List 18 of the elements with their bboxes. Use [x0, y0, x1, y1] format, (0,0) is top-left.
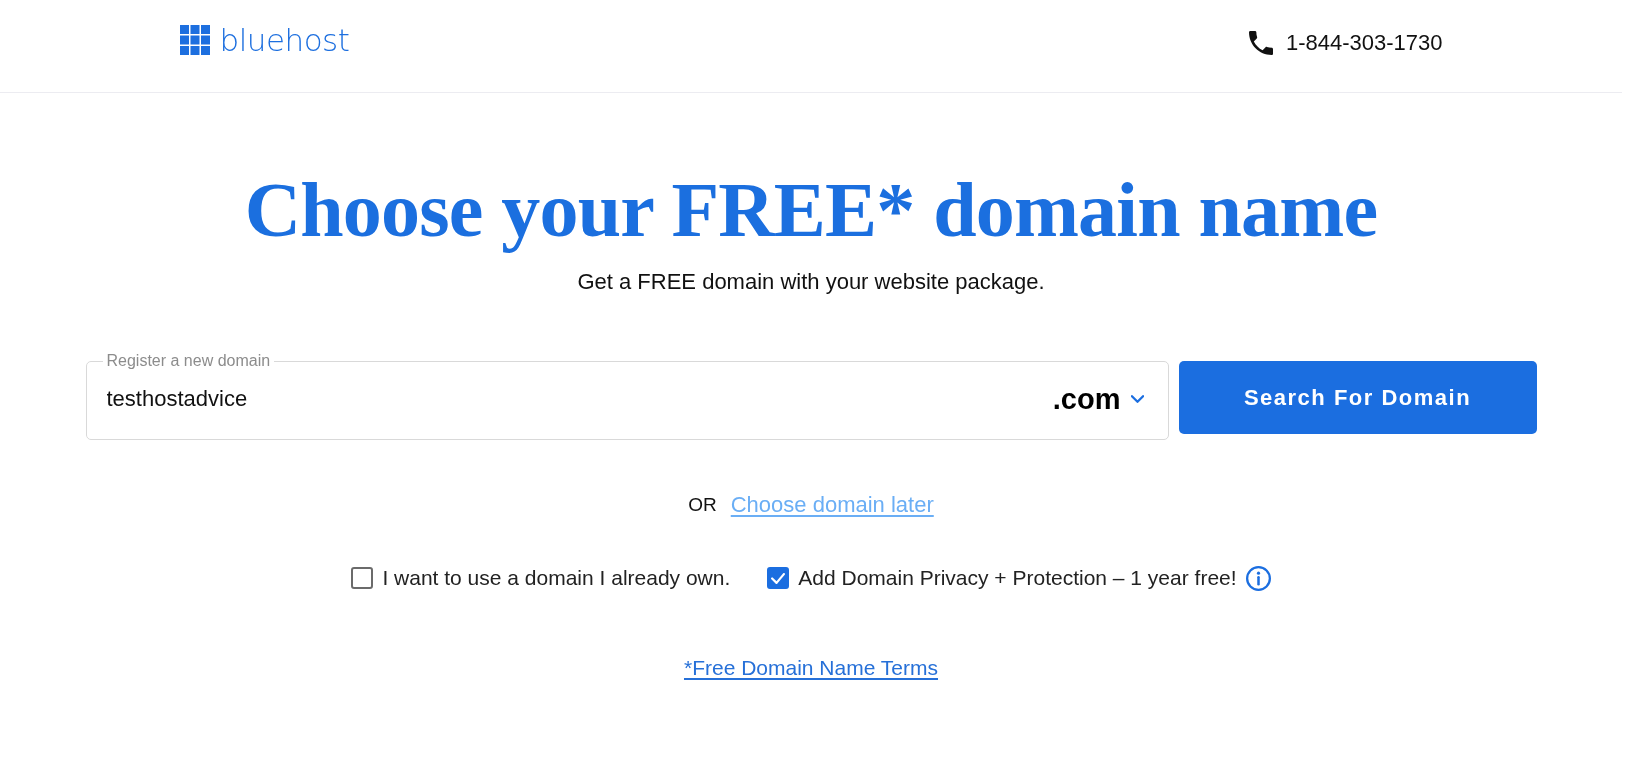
terms-link[interactable]: *Free Domain Name Terms — [684, 656, 938, 680]
page-subtitle: Get a FREE domain with your website package. — [577, 268, 1045, 296]
search-button[interactable]: Search For Domain — [1178, 361, 1537, 434]
tld-dropdown[interactable]: .com — [1052, 382, 1152, 416]
checkbox[interactable] — [351, 567, 374, 589]
chevron-down-icon — [1130, 395, 1144, 403]
or-text: OR — [688, 493, 717, 517]
domain-input-field[interactable]: Register a new domain testhostadvice .com — [85, 351, 1169, 440]
checkbox-label: I want to use a domain I already own. — [382, 565, 731, 591]
phone-icon — [1248, 31, 1273, 55]
phone-link[interactable]: 1-844-303-1730 — [1248, 22, 1443, 58]
grid-icon — [179, 25, 210, 55]
checkmark-icon — [771, 572, 786, 584]
checkbox[interactable] — [767, 567, 790, 589]
info-icon[interactable] — [1245, 565, 1271, 591]
logo-link[interactable]: bluehost — [179, 20, 350, 60]
checkbox-label: Add Domain Privacy + Protection – 1 year free! — [798, 565, 1237, 591]
field-label: Register a new domain — [105, 351, 272, 371]
